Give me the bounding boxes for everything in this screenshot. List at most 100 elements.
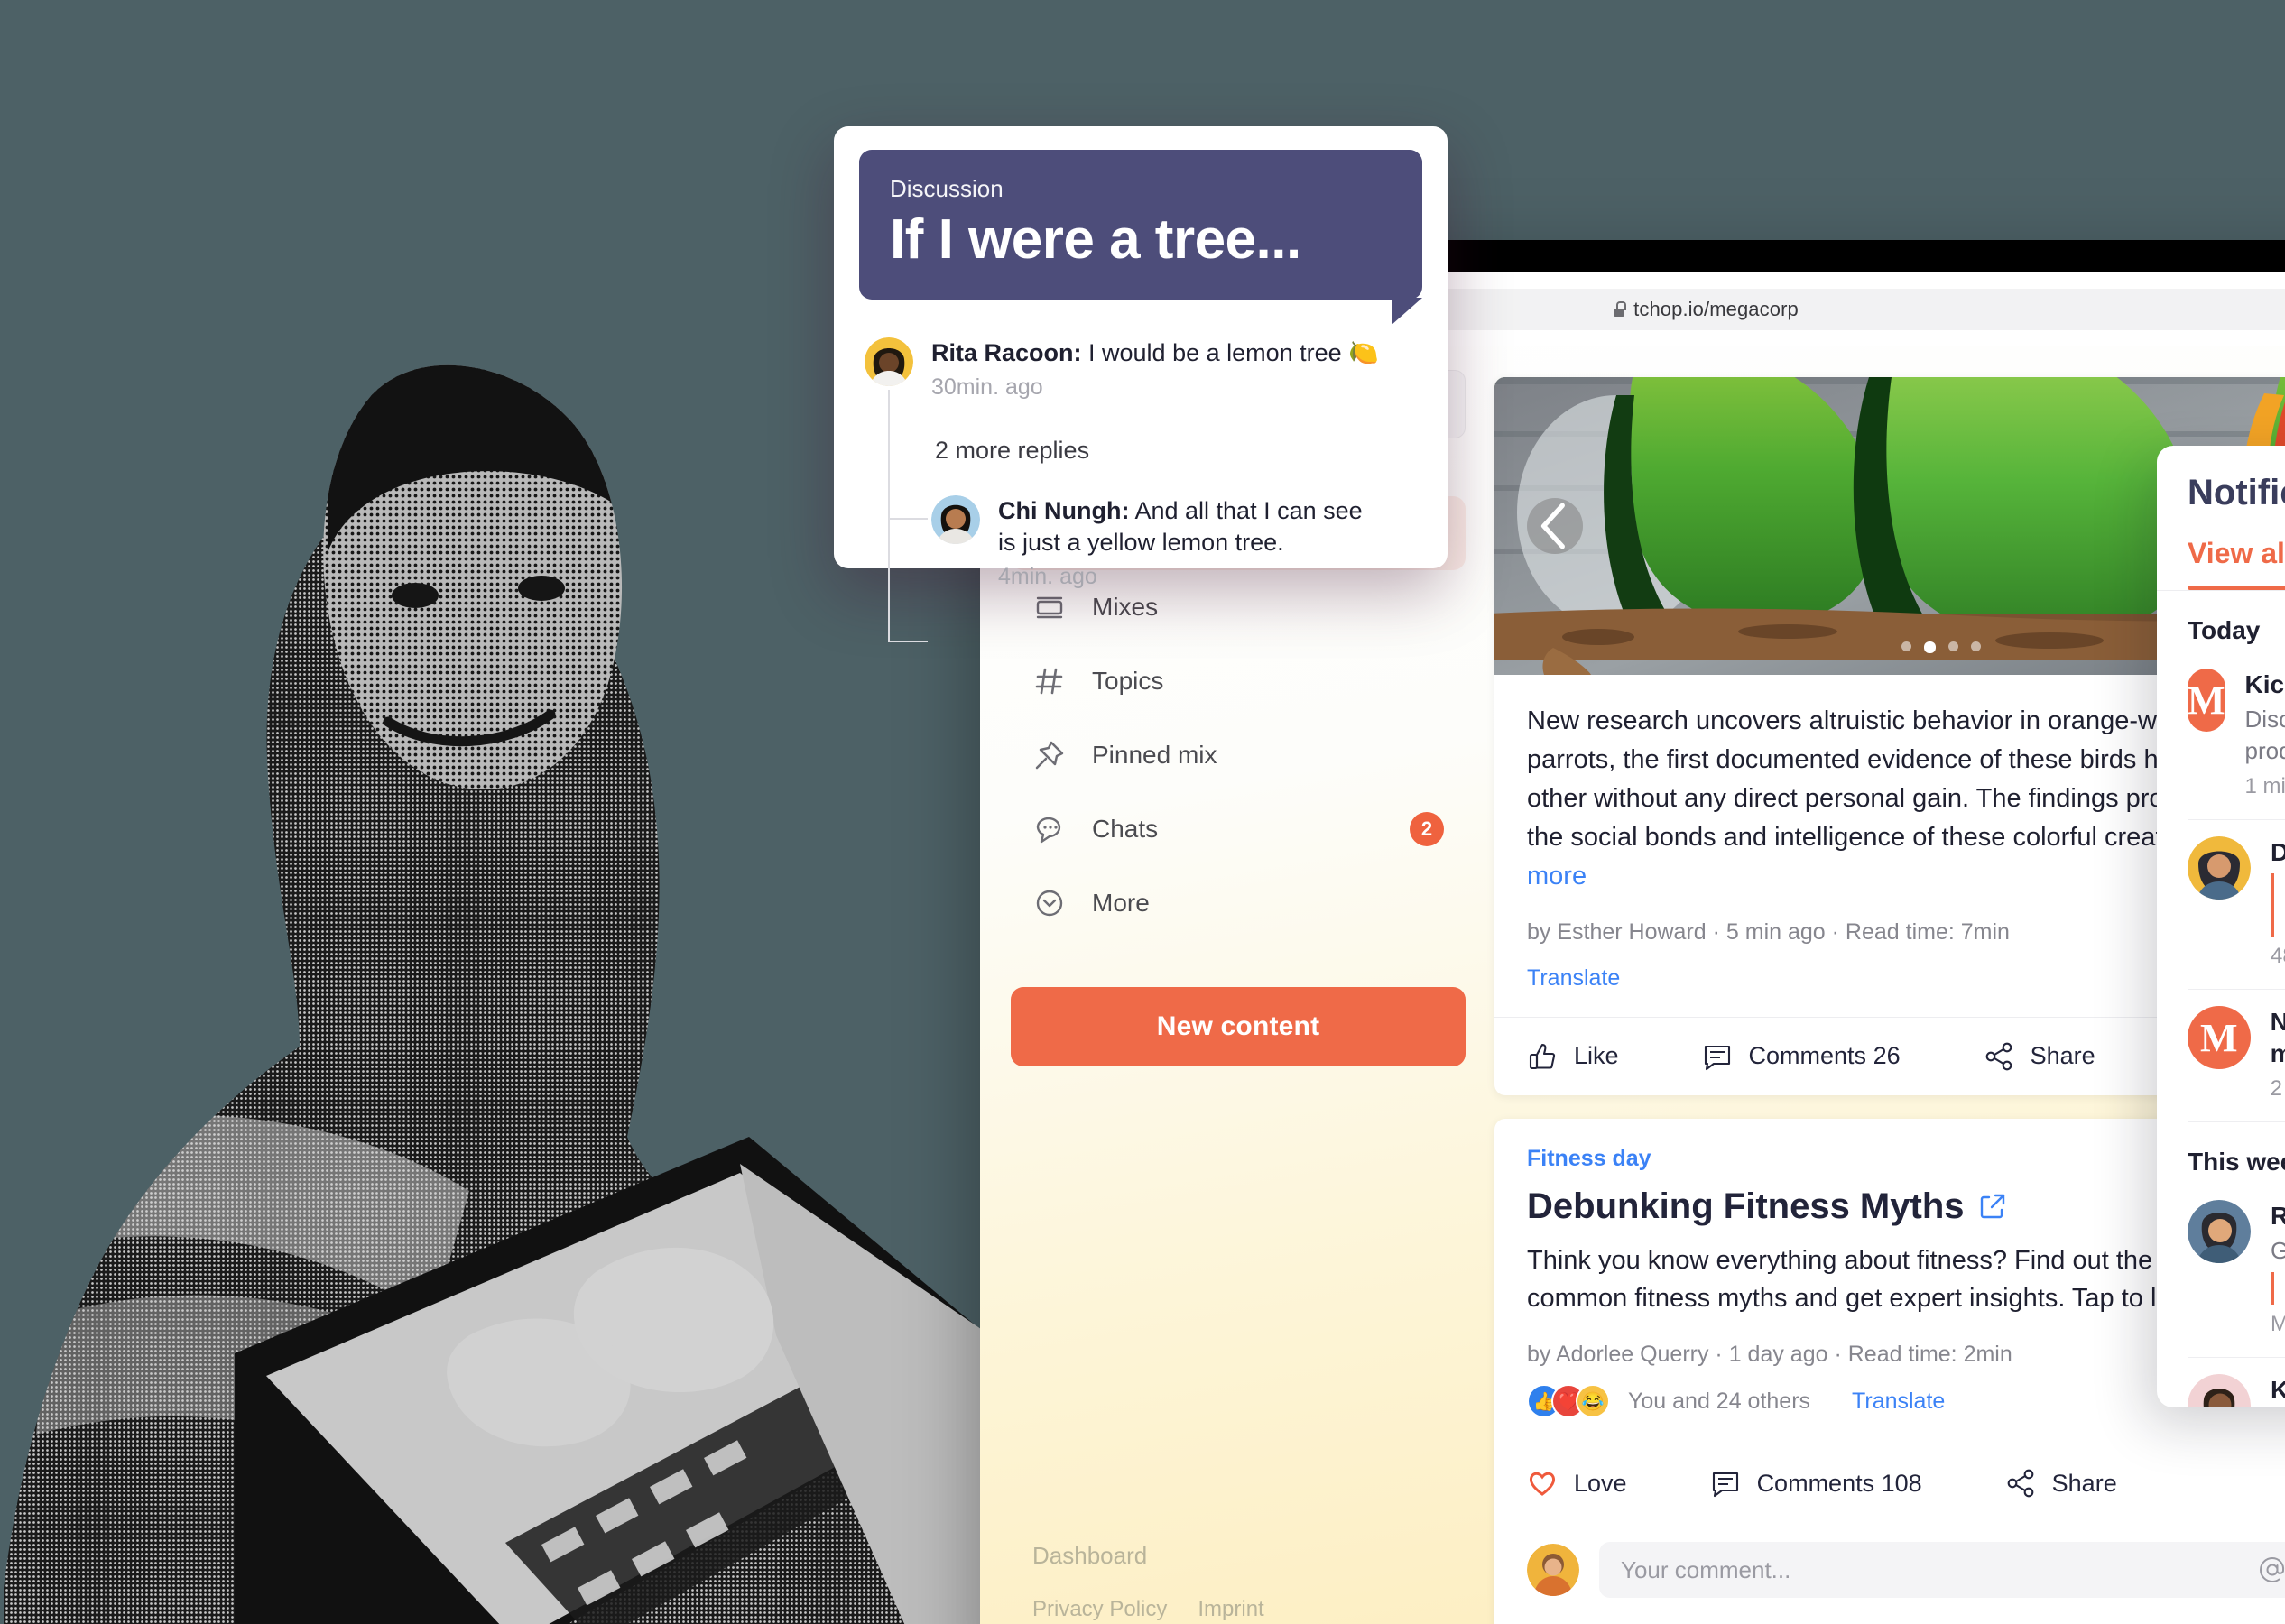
share-button[interactable]: Share [1984, 1041, 2095, 1072]
footer-links: Privacy Policy Imprint [1011, 1597, 1467, 1622]
action-label: Share [2051, 1469, 2117, 1497]
comment-input[interactable]: Your comment... [1599, 1542, 2285, 1599]
sidebar-item-label: Mixes [1092, 593, 1159, 621]
love-button[interactable]: Love [1527, 1468, 1627, 1499]
discussion-label: Discussion [890, 175, 1004, 202]
tab-view-all[interactable]: View all [2188, 537, 2285, 570]
sidebar-item-topics[interactable]: Topics [1011, 644, 1466, 718]
like-button[interactable]: Like [1527, 1041, 1619, 1072]
reply-avatar [865, 337, 913, 387]
chevron-circle-icon [1036, 890, 1063, 917]
action-label: Comments 26 [1748, 1042, 1901, 1070]
action-label: Love [1574, 1469, 1627, 1497]
lock-icon [1613, 301, 1626, 317]
layers-icon [1036, 596, 1063, 619]
notification-title: Ronald Park [2271, 1202, 2285, 1231]
carousel-dot[interactable] [1901, 641, 1911, 651]
sidebar-item-pinned-mix[interactable]: Pinned mix [1011, 718, 1466, 792]
footer-link-privacy[interactable]: Privacy Policy [1032, 1597, 1167, 1622]
discussion-thread: Rita Racoon: I would be a lemon tree 🍋 3… [859, 337, 1422, 643]
carousel-prev-button[interactable] [1527, 498, 1583, 554]
footer-link-imprint[interactable]: Imprint [1198, 1597, 1263, 1622]
notifications-panel: Notifications View all 3 Today M Kickoff… [2157, 446, 2285, 1407]
reply-time: 4min. ago [998, 564, 1097, 590]
discussion-bubble[interactable]: Discussion If I were a tree... [859, 150, 1422, 326]
notification-avatar [2188, 1373, 2251, 1407]
sidebar-item-label: Pinned mix [1092, 741, 1217, 769]
megacorp-logo-avatar: M [2188, 669, 2225, 732]
notification-text: Good morning! [2271, 1237, 2285, 1265]
notification-item[interactable]: Diana Bright "Sounds great, let's do it!… [2157, 820, 2285, 989]
thread-connector-vertical [888, 390, 890, 643]
chat-bubble-icon [1036, 817, 1061, 844]
heart-icon [1529, 1472, 1556, 1497]
share-button[interactable]: Share [2005, 1468, 2117, 1499]
notification-time: 48 min ago [2271, 944, 2285, 969]
url-text: tchop.io/megacorp [1633, 297, 1799, 320]
comment-input-placeholder: Your comment... [1621, 1555, 1791, 1583]
comment-icon [1712, 1472, 1738, 1498]
action-label: Comments 108 [1756, 1469, 1922, 1497]
carousel-dots[interactable] [1901, 641, 1981, 653]
notifications-group-label: This week [2188, 1148, 2285, 1176]
translate-link[interactable]: Translate [1527, 965, 1620, 992]
notification-quote: "Soon we will…" [2271, 1272, 2285, 1305]
notification-item[interactable]: M New post in Travel mix 2 hours ago [2157, 990, 2285, 1121]
sidebar-footer: Dashboard Privacy Policy Imprint Terms &… [1011, 1542, 1467, 1624]
share-icon [2007, 1469, 2034, 1498]
translate-link[interactable]: Translate [1852, 1389, 1945, 1415]
notifications-header: Notifications View all 3 [2157, 446, 2285, 590]
comment-icon [1704, 1045, 1730, 1070]
at-icon[interactable] [2258, 1555, 2285, 1584]
reactions-count-text: You and 24 others [1628, 1388, 1811, 1414]
chats-badge: 2 [1410, 812, 1444, 846]
reply-line: Rita Racoon: I would be a lemon tree 🍋 [931, 337, 1379, 369]
carousel-dot-active[interactable] [1924, 641, 1936, 653]
thread-connector-branch-2 [888, 641, 928, 643]
action-label: Like [1574, 1042, 1619, 1070]
pin-icon [1035, 741, 1064, 770]
carousel-dot[interactable] [1948, 641, 1958, 651]
thumbs-up-icon [1529, 1043, 1556, 1069]
notification-title: Diana Bright [2271, 838, 2285, 867]
chevron-left-icon [1540, 503, 1565, 549]
sidebar-item-label: More [1092, 889, 1150, 917]
current-user-avatar [1527, 1544, 1579, 1597]
sidebar-item-label: Chats [1092, 815, 1159, 843]
more-replies-link[interactable]: 2 more replies [935, 437, 1422, 465]
notification-item[interactable]: M Kickoff meeting Discover new ways to s… [2157, 652, 2285, 819]
reply-author: Chi Nungh: [998, 497, 1130, 525]
notifications-title: Notifications [2188, 473, 2285, 512]
bubble-tail [1392, 298, 1422, 326]
notification-item[interactable]: Ronald Park Good morning! "Soon we will…… [2157, 1184, 2285, 1356]
reaction-laugh-icon: 😂 [1576, 1384, 1610, 1419]
reply-line: Chi Nungh: And all that I can see is jus… [998, 495, 1386, 558]
dashboard-link[interactable]: Dashboard [1011, 1542, 1467, 1570]
notification-quote: "Sounds great, let's do it!" [2271, 873, 2285, 937]
sidebar-item-more[interactable]: More [1011, 866, 1466, 940]
discussion-reply-1[interactable]: Rita Racoon: I would be a lemon tree 🍋 3… [865, 337, 1422, 401]
notification-time: 1 min ago [2244, 774, 2285, 799]
notification-title: Kristin Watson [2271, 1375, 2285, 1404]
reply-avatar [931, 495, 980, 545]
post-actions: Love Comments 108 Share [1494, 1444, 2285, 1522]
reply-author: Rita Racoon: [931, 339, 1082, 367]
notification-time: Monday [2271, 1311, 2285, 1336]
comments-button[interactable]: Comments 26 [1702, 1041, 1901, 1072]
share-icon [1985, 1042, 2012, 1070]
megacorp-logo-avatar: M [2188, 1006, 2251, 1070]
external-link-icon[interactable] [1979, 1193, 2006, 1220]
comment-composer: Your comment... [1494, 1522, 2285, 1605]
new-content-button[interactable]: New content [1011, 987, 1466, 1066]
comments-button[interactable]: Comments 108 [1710, 1468, 1922, 1499]
reply-text: I would be a lemon tree 🍋 [1081, 339, 1379, 367]
discussion-title: If I were a tree... [890, 208, 1301, 271]
discussion-reply-2[interactable]: Chi Nungh: And all that I can see is jus… [931, 495, 1422, 590]
carousel-dot[interactable] [1971, 641, 1981, 651]
thread-connector-branch-1 [888, 518, 928, 521]
notification-avatar [2188, 1200, 2251, 1264]
discussion-floating-card: Discussion If I were a tree... Rita Raco… [834, 126, 1448, 643]
reaction-emoji-group[interactable]: 👍 ❤️ 😂 [1527, 1384, 1610, 1419]
notification-item[interactable]: Kristin Watson Hi 👋 thank you so much! F… [2157, 1358, 2285, 1407]
sidebar-item-chats[interactable]: Chats 2 [1011, 792, 1466, 866]
